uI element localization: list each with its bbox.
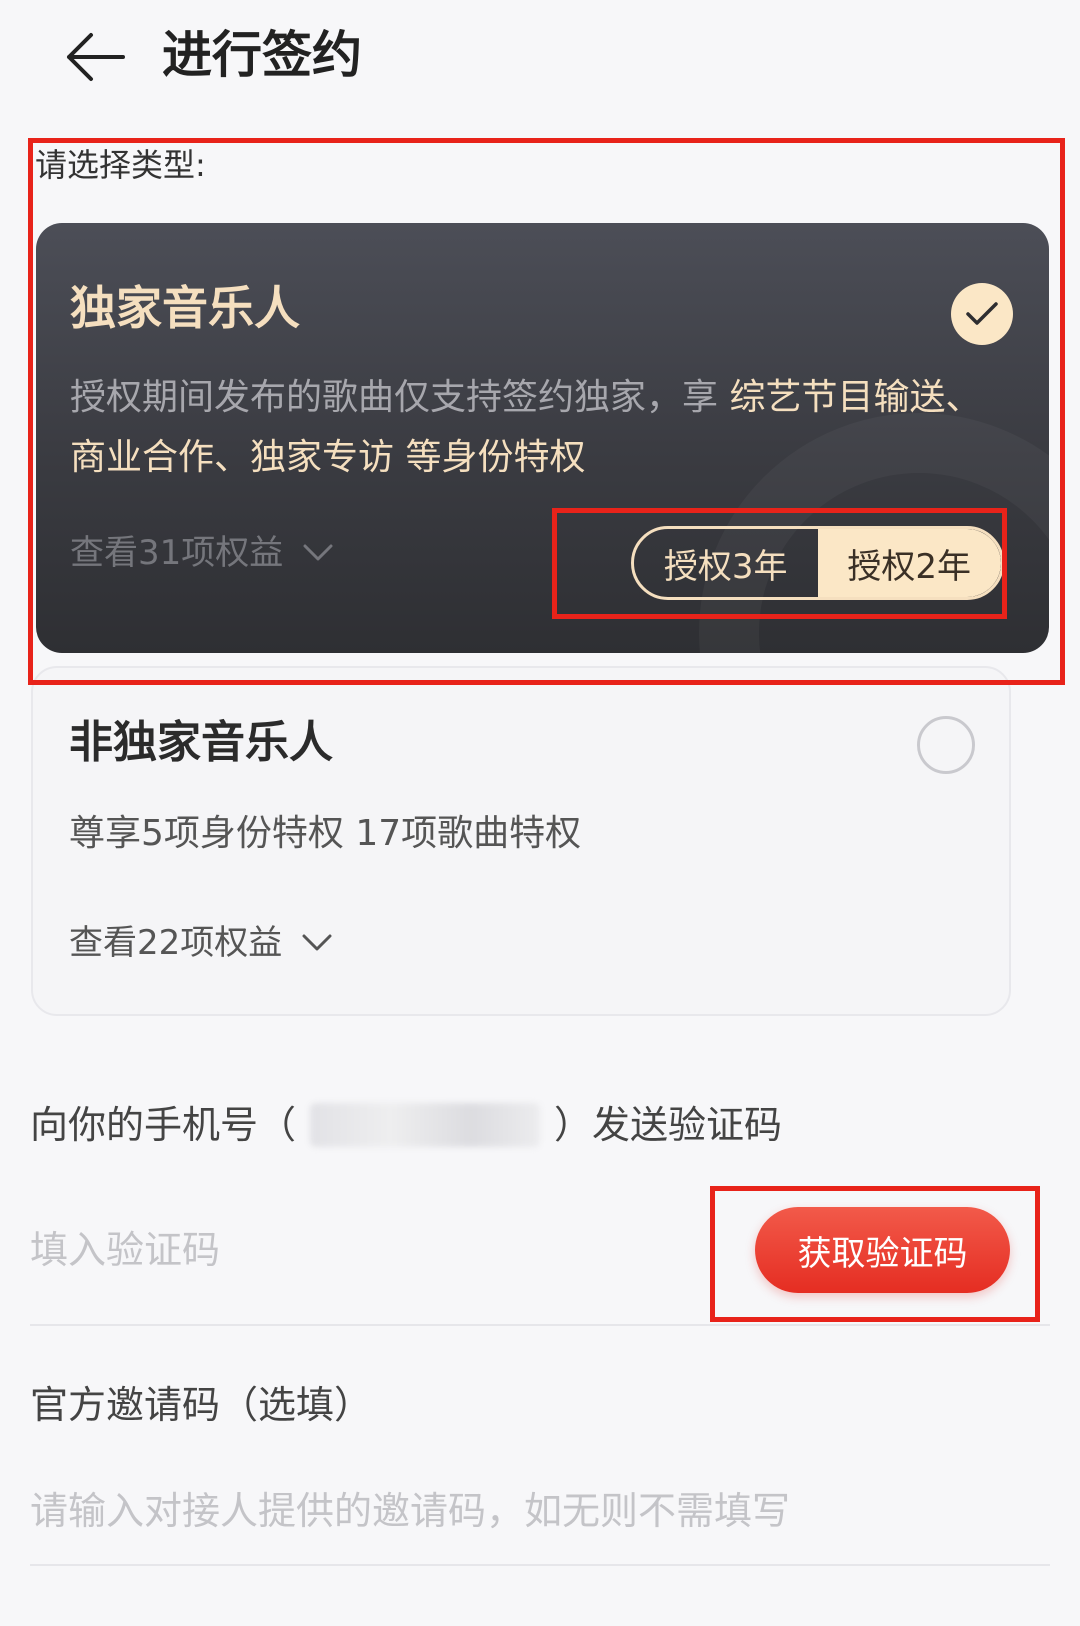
header-bar: 进行签约: [0, 0, 1080, 120]
arrow-left-icon: [67, 33, 125, 81]
phone-verification-text: 向你的手机号（ ）发送验证码: [30, 1095, 782, 1155]
chevron-down-icon: [302, 934, 332, 951]
term-option-2-years[interactable]: 授权2年: [817, 529, 1001, 597]
phone-suffix-text: ）发送验证码: [554, 1103, 783, 1147]
exclusive-desc-tail: 等身份特权: [394, 437, 586, 478]
masked-phone-number: [310, 1103, 541, 1147]
nonexclusive-view-benefits-link[interactable]: 查看22项权益: [69, 918, 332, 968]
term-option-3-years[interactable]: 授权3年: [634, 529, 818, 597]
nonexclusive-musician-card[interactable]: 非独家音乐人 尊享5项身份特权 17项歌曲特权 查看22项权益: [31, 666, 1011, 1016]
divider: [30, 1324, 1050, 1326]
authorization-term-toggle[interactable]: 授权3年 授权2年: [631, 526, 1004, 600]
verification-code-input[interactable]: [30, 1218, 680, 1282]
chevron-down-icon: [303, 544, 333, 561]
exclusive-card-description: 授权期间发布的歌曲仅支持签约独家，享 综艺节目输送、商业合作、独家专访 等身份特…: [70, 368, 990, 488]
divider: [30, 1564, 1050, 1566]
phone-prefix-text: 向你的手机号（: [30, 1103, 297, 1147]
exclusive-view-benefits-label: 查看31项权益: [70, 533, 284, 573]
page-title: 进行签约: [162, 26, 362, 84]
nonexclusive-card-description: 尊享5项身份特权 17项歌曲特权: [69, 813, 582, 854]
get-verification-code-button[interactable]: 获取验证码: [755, 1207, 1010, 1293]
invite-code-input[interactable]: [30, 1478, 1050, 1544]
type-section-label: 请选择类型:: [35, 146, 206, 184]
exclusive-musician-card[interactable]: 独家音乐人 授权期间发布的歌曲仅支持签约独家，享 综艺节目输送、商业合作、独家专…: [36, 223, 1049, 653]
invite-code-label: 官方邀请码（选填）: [30, 1383, 373, 1427]
nonexclusive-card-title: 非独家音乐人: [69, 717, 333, 768]
exclusive-card-title: 独家音乐人: [70, 281, 300, 335]
selected-check-icon[interactable]: [951, 283, 1013, 345]
unselected-radio-icon[interactable]: [917, 716, 975, 774]
exclusive-desc-text: 授权期间发布的歌曲仅支持签约独家，享: [70, 377, 730, 418]
back-button[interactable]: [55, 22, 135, 92]
nonexclusive-view-benefits-label: 查看22项权益: [69, 923, 283, 963]
exclusive-view-benefits-link[interactable]: 查看31项权益: [70, 528, 333, 578]
